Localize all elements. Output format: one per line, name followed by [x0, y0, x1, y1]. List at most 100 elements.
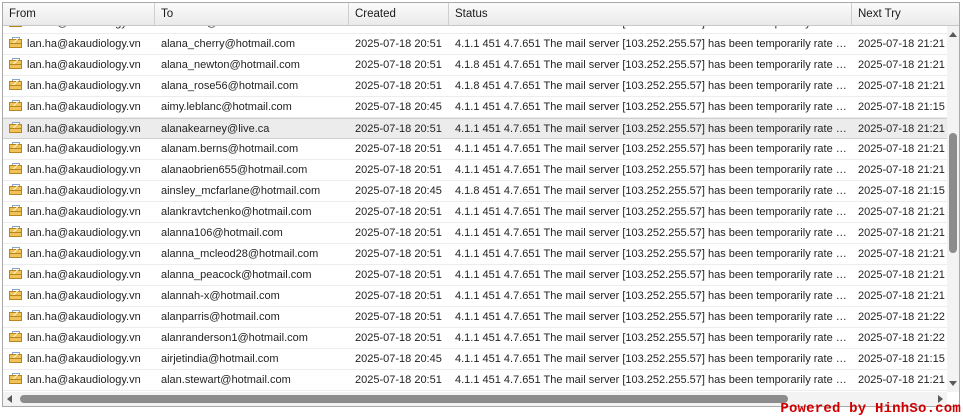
table-row[interactable]: lan.ha@akaudiology.vn alanam.berns@hotmai…	[3, 139, 947, 160]
column-header-to[interactable]: To	[155, 3, 349, 25]
table-row[interactable]: lan.ha@akaudiology.vn alanaobrien655@hotm…	[3, 160, 947, 181]
table-row[interactable]: lan.ha@akaudiology.vn alanna106@hotmail.c…	[3, 223, 947, 244]
vertical-scroll-thumb[interactable]	[949, 133, 957, 253]
cell-status: 4.1.8 451 4.7.651 The mail server [103.2…	[455, 185, 852, 197]
cell-from: lan.ha@akaudiology.vn	[9, 244, 155, 264]
watermark-text: Powered by HinhSo.com	[780, 401, 961, 417]
cell-created: 2025-07-18 20:51	[349, 26, 449, 33]
cell-next-try: 2025-07-18 21:21	[858, 123, 945, 135]
cell-to: alanparris@hotmail.com	[161, 311, 280, 323]
column-header-status[interactable]: Status	[449, 3, 852, 25]
queued-mail-icon	[9, 373, 23, 385]
from-address: lan.ha@akaudiology.vn	[27, 123, 141, 135]
table-row[interactable]: lan.ha@akaudiology.vn airjetindia@hotmail…	[3, 349, 947, 370]
cell-next-try: 2025-07-18 21:21	[858, 290, 945, 302]
scroll-up-arrow-icon[interactable]	[949, 32, 957, 37]
cell-created: 2025-07-18 20:51	[355, 59, 442, 71]
queued-mail-icon	[9, 122, 23, 134]
cell-next-try: 2025-07-18 21:21	[858, 143, 945, 155]
from-address: lan.ha@akaudiology.vn	[27, 101, 141, 113]
cell-to: alana_cherry@hotmail.com	[161, 38, 296, 50]
table-row[interactable]: lan.ha@akaudiology.vn alan6098@hotmail.co…	[3, 26, 947, 34]
queued-mail-icon	[9, 26, 23, 28]
cell-to: alannah-x@hotmail.com	[161, 290, 280, 302]
cell-created: 2025-07-18 20:51	[355, 290, 442, 302]
table-row[interactable]: lan.ha@akaudiology.vn alanakearney@live.c…	[3, 118, 947, 139]
cell-created: 2025-07-18 20:51	[355, 143, 442, 155]
table-row[interactable]: lan.ha@akaudiology.vn alanna_peacock@hotm…	[3, 265, 947, 286]
column-header-next-try[interactable]: Next Try	[852, 3, 959, 25]
table-row[interactable]: lan.ha@akaudiology.vn alannah-x@hotmail.c…	[3, 286, 947, 307]
cell-to: alanaobrien655@hotmail.com	[161, 164, 308, 176]
from-address: lan.ha@akaudiology.vn	[27, 227, 141, 239]
grid-rows: lan.ha@akaudiology.vn alan6098@hotmail.co…	[3, 26, 947, 392]
cell-next-try: 2025-07-18 21:21	[852, 26, 947, 33]
table-row[interactable]: lan.ha@akaudiology.vn alana_rose56@hotmai…	[3, 76, 947, 97]
cell-next-try: 2025-07-18 21:21	[858, 269, 945, 281]
table-row[interactable]: lan.ha@akaudiology.vn alanranderson1@hotm…	[3, 328, 947, 349]
mail-queue-grid: From To Created Status Next Try lan.ha@a…	[2, 2, 960, 407]
from-address: lan.ha@akaudiology.vn	[27, 185, 141, 197]
queued-mail-icon	[9, 352, 23, 364]
queued-mail-icon	[9, 247, 23, 259]
cell-from: lan.ha@akaudiology.vn	[9, 160, 155, 180]
queued-mail-icon	[9, 310, 23, 322]
table-row[interactable]: lan.ha@akaudiology.vn alana_cherry@hotmai…	[3, 34, 947, 55]
cell-next-try: 2025-07-18 21:15	[858, 101, 945, 113]
cell-from: lan.ha@akaudiology.vn	[9, 181, 155, 201]
table-row[interactable]: lan.ha@akaudiology.vn aimy.leblanc@hotmai…	[3, 97, 947, 118]
queued-mail-icon	[9, 289, 23, 301]
vertical-scrollbar[interactable]	[947, 26, 959, 392]
from-address: lan.ha@akaudiology.vn	[27, 248, 141, 260]
cell-from: lan.ha@akaudiology.vn	[9, 55, 155, 75]
cell-to: alanna106@hotmail.com	[161, 227, 283, 239]
cell-from: lan.ha@akaudiology.vn	[9, 286, 155, 306]
table-row[interactable]: lan.ha@akaudiology.vn alana_newton@hotmai…	[3, 55, 947, 76]
table-row[interactable]: lan.ha@akaudiology.vn alanna_mcleod28@hot…	[3, 244, 947, 265]
table-row[interactable]: lan.ha@akaudiology.vn alankravtchenko@hot…	[3, 202, 947, 223]
cell-from: lan.ha@akaudiology.vn	[9, 202, 155, 222]
from-address: lan.ha@akaudiology.vn	[27, 164, 141, 176]
column-header-from[interactable]: From	[3, 3, 155, 25]
cell-from: lan.ha@akaudiology.vn	[9, 34, 155, 54]
cell-from: lan.ha@akaudiology.vn	[9, 370, 155, 390]
cell-next-try: 2025-07-18 21:21	[858, 38, 945, 50]
from-address: lan.ha@akaudiology.vn	[27, 290, 141, 302]
cell-to: alanranderson1@hotmail.com	[161, 332, 308, 344]
queued-mail-icon	[9, 331, 23, 343]
scroll-down-arrow-icon[interactable]	[949, 381, 957, 386]
cell-next-try: 2025-07-18 21:21	[858, 374, 945, 386]
cell-created: 2025-07-18 20:51	[355, 269, 442, 281]
from-address: lan.ha@akaudiology.vn	[27, 269, 141, 281]
cell-created: 2025-07-18 20:45	[355, 353, 442, 365]
grid-rows-inner: lan.ha@akaudiology.vn alan6098@hotmail.co…	[3, 26, 947, 391]
from-address: lan.ha@akaudiology.vn	[27, 59, 141, 71]
cell-from: lan.ha@akaudiology.vn	[9, 26, 155, 33]
cell-from: lan.ha@akaudiology.vn	[9, 328, 155, 348]
cell-created: 2025-07-18 20:51	[355, 227, 442, 239]
table-row[interactable]: lan.ha@akaudiology.vn alanparris@hotmail.…	[3, 307, 947, 328]
queued-mail-icon	[9, 268, 23, 280]
cell-status: 4.1.1 451 4.7.651 The mail server [103.2…	[455, 269, 852, 281]
table-row[interactable]: lan.ha@akaudiology.vn alan.stewart@hotmai…	[3, 370, 947, 391]
table-row[interactable]: lan.ha@akaudiology.vn ainsley_mcfarlane@h…	[3, 181, 947, 202]
queued-mail-icon	[9, 226, 23, 238]
cell-to: alana_newton@hotmail.com	[161, 59, 300, 71]
cell-status: 4.1.1 451 4.7.651 The mail server [103.2…	[455, 123, 852, 135]
queued-mail-icon	[9, 58, 23, 70]
queued-mail-icon	[9, 142, 23, 154]
cell-status: 4.1.1 451 4.7.651 The mail server [103.2…	[455, 227, 852, 239]
cell-created: 2025-07-18 20:45	[355, 101, 442, 113]
cell-next-try: 2025-07-18 21:21	[858, 206, 945, 218]
scroll-left-arrow-icon[interactable]	[7, 395, 12, 403]
cell-status: 4.1.1 451 4.7.651 The mail server [103.2…	[449, 26, 852, 33]
cell-status: 4.1.1 451 4.7.651 The mail server [103.2…	[455, 143, 852, 155]
cell-to: ainsley_mcfarlane@hotmail.com	[161, 185, 321, 197]
cell-from: lan.ha@akaudiology.vn	[9, 307, 155, 327]
cell-to: aimy.leblanc@hotmail.com	[161, 101, 292, 113]
cell-to: alan6098@hotmail.com	[155, 26, 349, 33]
cell-status: 4.1.1 451 4.7.651 The mail server [103.2…	[455, 38, 852, 50]
cell-to: alanna_mcleod28@hotmail.com	[161, 248, 319, 260]
column-header-created[interactable]: Created	[349, 3, 449, 25]
horizontal-scroll-thumb[interactable]	[20, 395, 788, 403]
